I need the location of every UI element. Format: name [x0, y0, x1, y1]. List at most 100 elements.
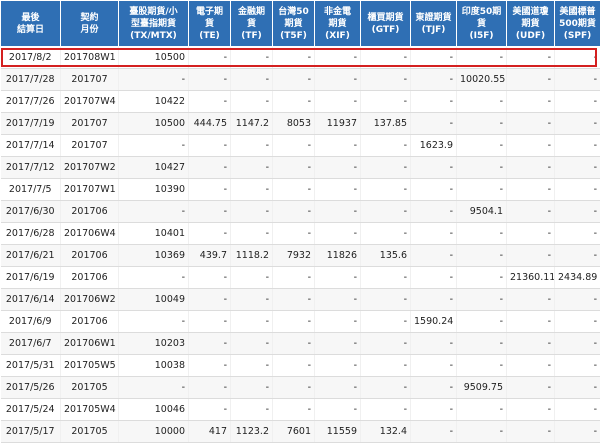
table-row: 2017/5/31201705W510038--------- [1, 355, 600, 377]
price-cell: - [507, 113, 555, 135]
price-cell: - [231, 333, 273, 355]
price-cell: - [507, 377, 555, 399]
price-cell: - [315, 47, 361, 69]
price-cell: - [315, 157, 361, 179]
price-cell: 417 [189, 421, 231, 443]
price-cell: - [315, 377, 361, 399]
price-cell: 439.7 [189, 245, 231, 267]
price-cell: 10020.55 [457, 69, 507, 91]
table-row: 2017/8/2201708W110500--------- [1, 47, 600, 69]
table-row: 2017/7/26201707W410422--------- [1, 91, 600, 113]
price-cell: - [189, 377, 231, 399]
table-row: 2017/5/24201705W410046--------- [1, 399, 600, 421]
contract-month-cell: 201707 [61, 69, 119, 91]
price-cell: 10422 [119, 91, 189, 113]
price-cell: - [555, 355, 600, 377]
table-row: 2017/5/17201705100004171123.276011155913… [1, 421, 600, 443]
price-cell: - [507, 135, 555, 157]
settlement-date-cell: 2017/6/14 [1, 289, 61, 311]
table-body: 2017/8/2201708W110500---------2017/7/282… [1, 47, 600, 443]
price-cell: - [555, 201, 600, 223]
price-cell: - [231, 223, 273, 245]
table-row: 2017/6/9201706------1590.24--- [1, 311, 600, 333]
price-cell: - [361, 69, 411, 91]
price-cell: - [457, 355, 507, 377]
price-cell: - [273, 333, 315, 355]
price-cell: - [273, 311, 315, 333]
contract-month-cell: 201707W1 [61, 179, 119, 201]
price-cell: - [189, 311, 231, 333]
contract-month-cell: 201705 [61, 421, 119, 443]
price-cell: 137.85 [361, 113, 411, 135]
price-cell: - [457, 399, 507, 421]
price-cell: - [361, 311, 411, 333]
price-cell: - [507, 47, 555, 69]
price-cell: - [507, 399, 555, 421]
price-cell: - [189, 157, 231, 179]
price-cell: - [507, 157, 555, 179]
table-row: 2017/7/28201707-------10020.55-- [1, 69, 600, 91]
price-cell: - [507, 355, 555, 377]
price-cell: - [231, 377, 273, 399]
price-cell: - [411, 201, 457, 223]
settlement-date-cell: 2017/8/2 [1, 47, 61, 69]
price-cell: - [315, 311, 361, 333]
contract-month-cell: 201706W1 [61, 333, 119, 355]
settlement-date-cell: 2017/6/19 [1, 267, 61, 289]
price-cell: - [189, 69, 231, 91]
contract-month-cell: 201706 [61, 201, 119, 223]
price-cell: - [361, 333, 411, 355]
price-cell: - [411, 47, 457, 69]
price-cell: - [507, 201, 555, 223]
header-row: 最後結算日契約月份臺股期貨/小型臺指期貨(TX/MTX)電子期貨(TE)金融期貨… [1, 1, 600, 47]
price-cell: - [555, 377, 600, 399]
price-cell: - [273, 355, 315, 377]
price-cell: - [315, 179, 361, 201]
price-cell: - [231, 399, 273, 421]
price-cell: - [119, 311, 189, 333]
column-header: 美國標普500期貨(SPF) [555, 1, 600, 47]
price-cell: 10038 [119, 355, 189, 377]
price-cell: - [315, 69, 361, 91]
price-cell: - [411, 91, 457, 113]
price-cell: - [555, 179, 600, 201]
table-row: 2017/6/28201706W410401--------- [1, 223, 600, 245]
price-cell: - [555, 157, 600, 179]
price-cell: - [555, 135, 600, 157]
price-cell: - [411, 333, 457, 355]
price-cell: 11937 [315, 113, 361, 135]
price-cell: - [231, 135, 273, 157]
price-cell: - [555, 223, 600, 245]
price-cell: - [411, 113, 457, 135]
price-cell: 1147.2 [231, 113, 273, 135]
price-cell: - [361, 201, 411, 223]
price-cell: - [273, 267, 315, 289]
contract-month-cell: 201707W4 [61, 91, 119, 113]
price-cell: - [231, 179, 273, 201]
price-cell: - [273, 377, 315, 399]
price-cell: - [119, 201, 189, 223]
settlement-date-cell: 2017/5/17 [1, 421, 61, 443]
price-cell: 1590.24 [411, 311, 457, 333]
price-cell: - [189, 399, 231, 421]
settlement-table: 最後結算日契約月份臺股期貨/小型臺指期貨(TX/MTX)電子期貨(TE)金融期貨… [0, 0, 600, 443]
price-cell: - [411, 421, 457, 443]
price-cell: - [361, 289, 411, 311]
price-cell: - [507, 179, 555, 201]
price-cell: - [457, 113, 507, 135]
column-header: 最後結算日 [1, 1, 61, 47]
price-cell: - [119, 377, 189, 399]
table-row: 2017/6/2120170610369439.71118.2793211826… [1, 245, 600, 267]
price-cell: 10401 [119, 223, 189, 245]
settlement-date-cell: 2017/6/7 [1, 333, 61, 355]
price-cell: - [457, 289, 507, 311]
price-cell: - [231, 69, 273, 91]
settlement-date-cell: 2017/7/28 [1, 69, 61, 91]
settlement-date-cell: 2017/7/12 [1, 157, 61, 179]
settlement-date-cell: 2017/7/5 [1, 179, 61, 201]
price-cell: - [507, 91, 555, 113]
price-cell: - [555, 421, 600, 443]
price-cell: - [273, 201, 315, 223]
price-cell: - [457, 245, 507, 267]
contract-month-cell: 201706 [61, 267, 119, 289]
